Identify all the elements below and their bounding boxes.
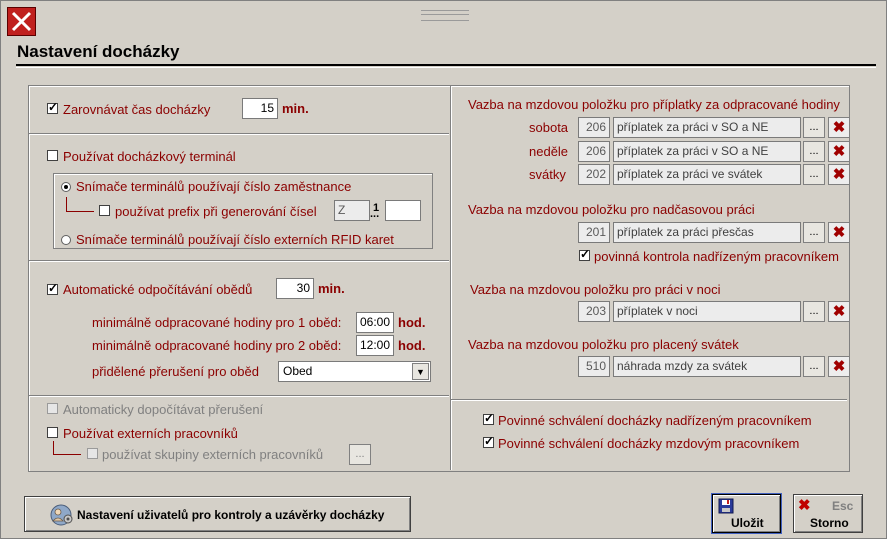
chevron-down-icon[interactable]: ▼ — [412, 363, 429, 380]
lunch-unit: min. — [318, 281, 345, 296]
night-section-title: Vazba na mzdovou položku pro práci v noc… — [470, 282, 721, 297]
holiday-browse-button[interactable]: ... — [803, 356, 825, 377]
save-label: Uložit — [731, 516, 764, 530]
prefix-number-input[interactable] — [385, 200, 421, 221]
align-minutes-input[interactable]: 15 — [242, 98, 278, 119]
sunday-code-input[interactable]: 206 — [578, 141, 610, 162]
holiday-name-field: náhrada mzdy za svátek — [613, 356, 801, 377]
min-hours-2-label: minimálně odpracované hodiny pro 2 oběd: — [92, 338, 342, 353]
settings-window: Nastavení docházky Zarovnávat čas docház… — [0, 0, 887, 539]
supervisor-check-checkbox[interactable] — [579, 247, 590, 261]
supervisor-check-label: povinná kontrola nadřízeným pracovníkem — [594, 249, 839, 264]
radio-rfid-cards[interactable] — [61, 235, 71, 245]
night-clear-icon[interactable]: ✖ — [828, 301, 850, 322]
title-divider — [16, 64, 876, 66]
cancel-key-hint: Esc — [832, 499, 854, 513]
night-name-field: příplatek v noci — [613, 301, 801, 322]
extra-clear-icon[interactable]: ✖ — [828, 222, 850, 243]
holidays-name-field: příplatek za práci ve svátek — [613, 164, 801, 185]
night-code-input[interactable]: 203 — [578, 301, 610, 322]
align-unit: min. — [282, 101, 309, 116]
holiday-section-title: Vazba na mzdovou položku pro placený svá… — [468, 337, 739, 352]
prefix-input[interactable]: Z — [334, 200, 370, 221]
lunch-minutes-input[interactable]: 30 — [276, 278, 314, 299]
cancel-button[interactable]: ✖ Esc Storno — [793, 494, 863, 533]
users-settings-icon — [49, 502, 75, 531]
drag-handle[interactable] — [421, 10, 469, 21]
prefix-dots: ... — [370, 208, 380, 220]
holidays-label: svátky — [529, 167, 566, 182]
radio-employee-number-label: Snímače terminálů používají číslo zaměst… — [76, 179, 352, 194]
lunch-checkbox[interactable] — [47, 281, 58, 295]
break-select[interactable]: Obed ▼ — [278, 361, 431, 382]
min-hours-2-input[interactable]: 12:00 — [356, 335, 394, 356]
sunday-browse-button[interactable]: ... — [803, 141, 825, 162]
radio-employee-number[interactable] — [61, 182, 71, 192]
sunday-label: neděle — [529, 144, 569, 159]
cancel-x-icon: ✖ — [798, 497, 811, 514]
approve-supervisor-label: Povinné schválení docházky nadřízeným pr… — [498, 413, 812, 428]
prefix-label: používat prefix při generování čísel — [115, 204, 317, 219]
holidays-code-input[interactable]: 202 — [578, 164, 610, 185]
save-button[interactable]: Uložit — [712, 494, 781, 533]
break-select-value: Obed — [283, 364, 313, 378]
approve-supervisor-checkbox[interactable] — [483, 411, 494, 425]
align-time-label: Zarovnávat čas docházky — [63, 102, 211, 117]
lunch-label: Automatické odpočítávání obědů — [63, 282, 253, 297]
saturday-name-field: příplatek za práci v SO a NE — [613, 117, 801, 138]
user-settings-label: Nastavení uživatelů pro kontroly a uzávě… — [77, 508, 385, 522]
external-workers-label: Používat externích pracovníků — [63, 426, 238, 441]
terminal-checkbox[interactable] — [47, 150, 58, 161]
holiday-code-input[interactable]: 510 — [578, 356, 610, 377]
extra-section-title: Vazba na mzdovou položku pro nadčasovou … — [468, 202, 755, 217]
saturday-code-input[interactable]: 206 — [578, 117, 610, 138]
saturday-browse-button[interactable]: ... — [803, 117, 825, 138]
auto-break-label: Automaticky dopočítávat přerušení — [63, 402, 264, 417]
holidays-clear-icon[interactable]: ✖ — [828, 164, 850, 185]
external-groups-label: používat skupiny externích pracovníků — [102, 447, 324, 462]
extra-code-input[interactable]: 201 — [578, 222, 610, 243]
extra-name-field: příplatek za práci přesčas — [613, 222, 801, 243]
terminal-label: Používat docházkový terminál — [63, 149, 236, 164]
approve-payroll-label: Povinné schválení docházky mzdovým praco… — [498, 436, 800, 451]
external-groups-browse-button[interactable]: ... — [349, 444, 371, 465]
radio-rfid-cards-label: Snímače terminálů používají číslo extern… — [76, 232, 394, 247]
min-hours-1-label: minimálně odpracované hodiny pro 1 oběd: — [92, 315, 342, 330]
auto-break-checkbox[interactable] — [47, 403, 58, 414]
approve-payroll-checkbox[interactable] — [483, 434, 494, 448]
external-workers-checkbox[interactable] — [47, 427, 58, 438]
hours-unit-2: hod. — [398, 338, 426, 353]
saturday-label: sobota — [529, 120, 569, 135]
page-title: Nastavení docházky — [17, 42, 180, 61]
break-label: přidělené přerušení pro oběd — [92, 364, 259, 379]
night-browse-button[interactable]: ... — [803, 301, 825, 322]
extra-browse-button[interactable]: ... — [803, 222, 825, 243]
holidays-browse-button[interactable]: ... — [803, 164, 825, 185]
cancel-label: Storno — [810, 516, 849, 530]
hours-unit-1: hod. — [398, 315, 426, 330]
overtime-section-title: Vazba na mzdovou položku pro příplatky z… — [468, 97, 840, 112]
floppy-save-icon — [718, 498, 734, 517]
external-groups-checkbox[interactable] — [87, 448, 98, 459]
saturday-clear-icon[interactable]: ✖ — [828, 117, 850, 138]
align-time-checkbox[interactable] — [47, 100, 58, 114]
sunday-clear-icon[interactable]: ✖ — [828, 141, 850, 162]
prefix-checkbox[interactable] — [99, 205, 110, 216]
holiday-clear-icon[interactable]: ✖ — [828, 356, 850, 377]
user-settings-button[interactable]: Nastavení uživatelů pro kontroly a uzávě… — [24, 496, 411, 532]
min-hours-1-input[interactable]: 06:00 — [356, 312, 394, 333]
sunday-name-field: příplatek za práci v SO a NE — [613, 141, 801, 162]
close-icon[interactable] — [7, 7, 36, 36]
